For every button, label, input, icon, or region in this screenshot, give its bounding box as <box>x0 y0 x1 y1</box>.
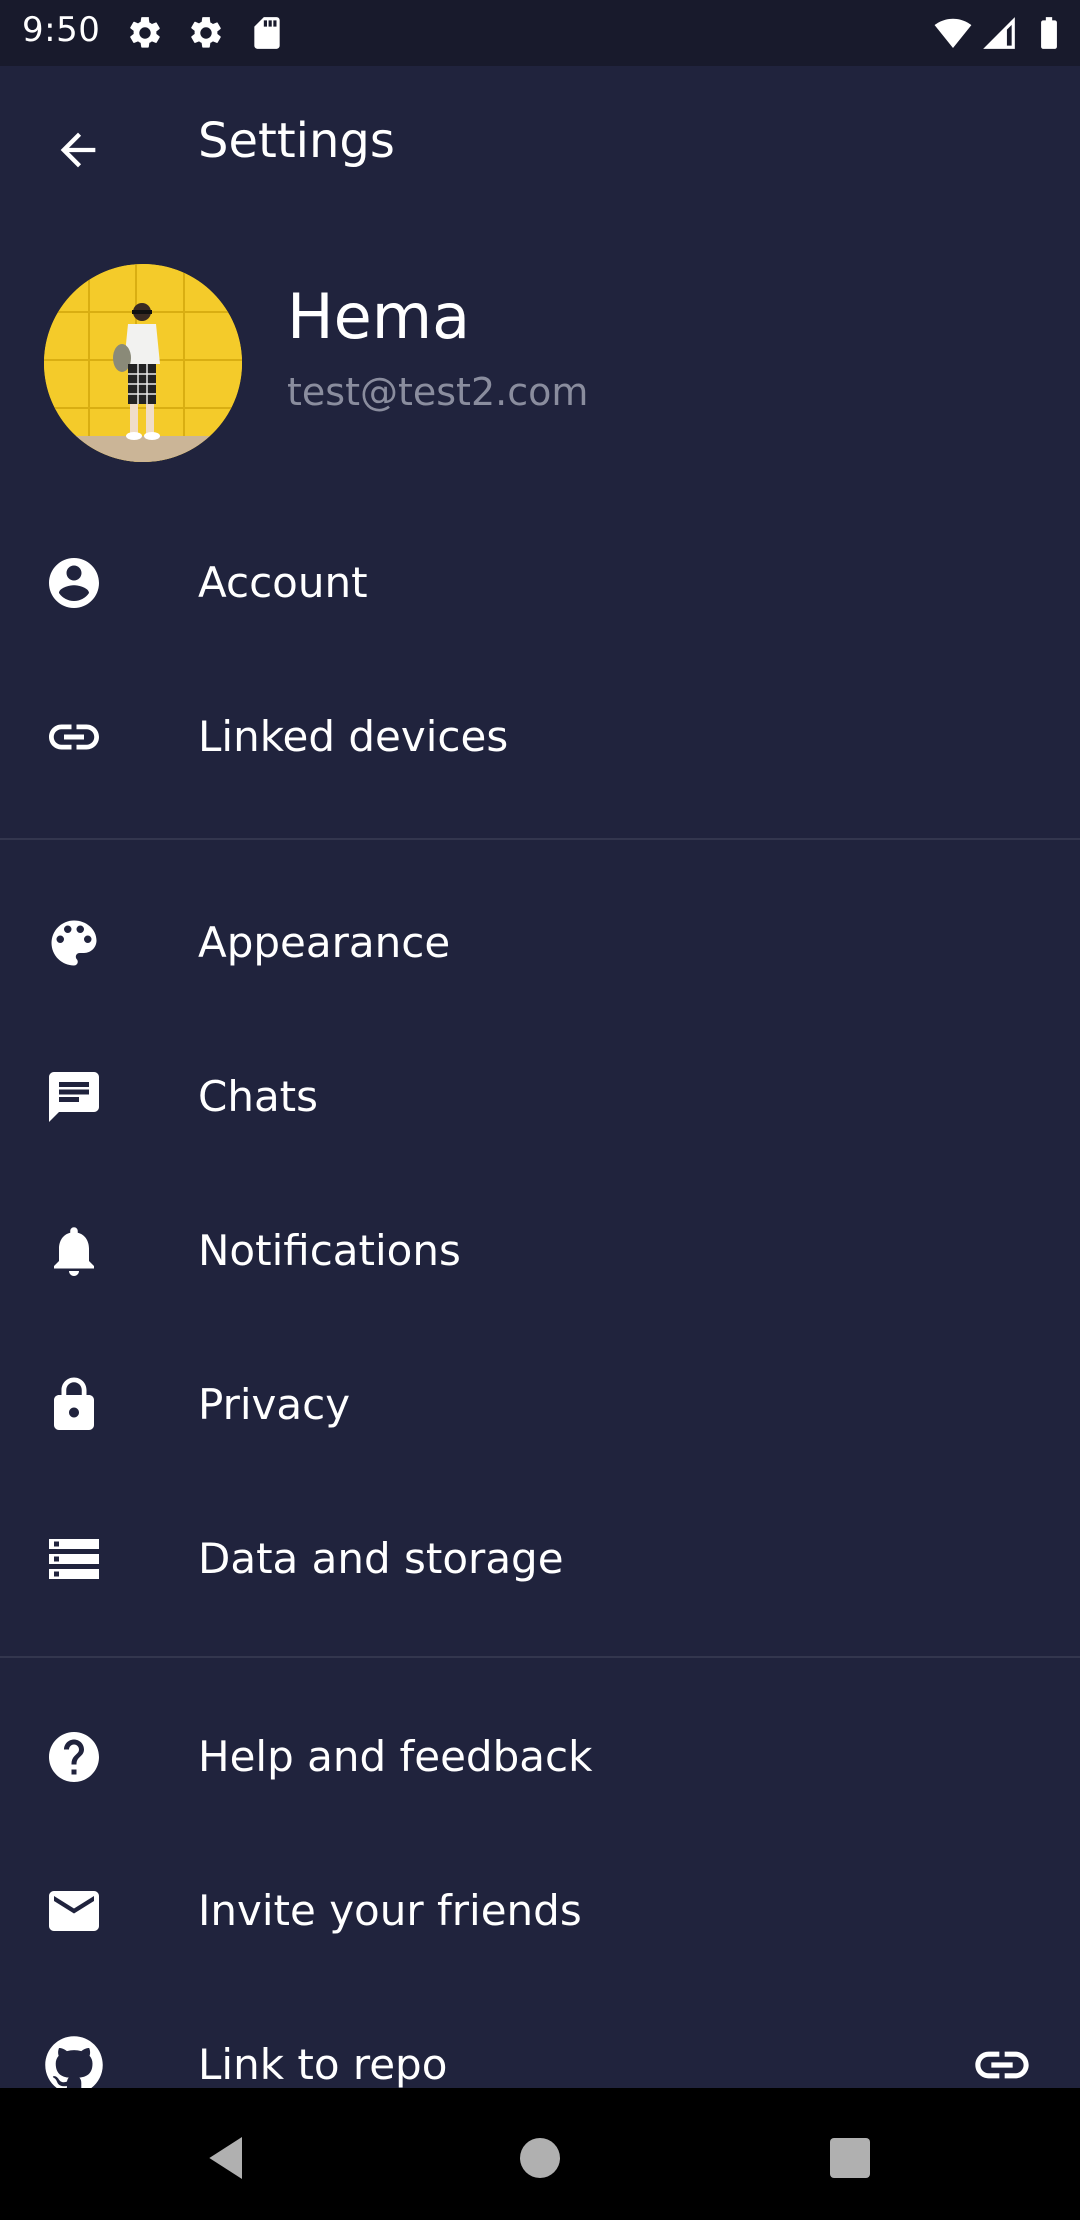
status-time: 9:50 <box>22 10 101 50</box>
link-icon <box>44 707 104 767</box>
gear-icon <box>130 17 160 48</box>
bell-icon <box>44 1221 104 1281</box>
avatar-image <box>44 264 242 462</box>
menu-item-notifications[interactable]: Notifications <box>0 1174 1080 1328</box>
menu-item-privacy[interactable]: Privacy <box>0 1328 1080 1482</box>
storage-icon <box>44 1529 104 1589</box>
account-circle-icon <box>44 553 104 613</box>
triangle-back-icon <box>209 2137 242 2179</box>
battery-icon <box>1041 17 1057 49</box>
profile-name: Hema <box>287 280 471 353</box>
app-bar: Settings <box>0 66 1080 222</box>
link-icon <box>970 2033 1034 2088</box>
system-nav-bar <box>0 2088 1080 2220</box>
help-icon <box>44 1727 104 1787</box>
wifi-icon <box>934 18 972 49</box>
nav-back-button[interactable] <box>188 2118 268 2198</box>
menu-label: Help and feedback <box>198 1732 593 1781</box>
menu-label: Appearance <box>198 918 451 967</box>
menu-label: Privacy <box>198 1380 351 1429</box>
signal-icon <box>983 17 1015 49</box>
avatar[interactable] <box>44 264 242 462</box>
gear-icon <box>191 17 221 48</box>
lock-icon <box>44 1375 104 1435</box>
palette-icon <box>44 913 104 973</box>
square-recents-icon <box>830 2138 870 2178</box>
profile-header[interactable]: Hema test@test2.com <box>0 222 1080 498</box>
section-divider <box>0 838 1080 840</box>
mail-icon <box>44 1881 104 1941</box>
profile-email: test@test2.com <box>287 370 589 414</box>
section-divider <box>0 1656 1080 1658</box>
github-icon <box>44 2035 104 2088</box>
nav-home-button[interactable] <box>500 2118 580 2198</box>
menu-label: Link to repo <box>198 2040 448 2088</box>
menu-item-chats[interactable]: Chats <box>0 1020 1080 1174</box>
menu-item-link-to-repo[interactable]: Link to repo <box>0 1988 1080 2088</box>
page-title: Settings <box>198 113 395 169</box>
back-button[interactable] <box>38 110 118 190</box>
status-bar: 9:50 <box>0 0 1080 66</box>
menu-label: Notifications <box>198 1226 461 1275</box>
arrow-back-icon <box>60 132 96 168</box>
menu-label: Account <box>198 558 368 607</box>
menu-item-help-and-feedback[interactable]: Help and feedback <box>0 1680 1080 1834</box>
sd-card-icon <box>254 17 280 49</box>
menu-label: Chats <box>198 1072 319 1121</box>
menu-label: Data and storage <box>198 1534 564 1583</box>
nav-recents-button[interactable] <box>810 2118 890 2198</box>
menu-item-linked-devices[interactable]: Linked devices <box>0 660 1080 814</box>
menu-item-invite-friends[interactable]: Invite your friends <box>0 1834 1080 1988</box>
chat-icon <box>44 1067 104 1127</box>
menu-label: Invite your friends <box>198 1886 582 1935</box>
circle-home-icon <box>520 2138 560 2178</box>
menu-item-account[interactable]: Account <box>0 506 1080 660</box>
menu-item-data-and-storage[interactable]: Data and storage <box>0 1482 1080 1636</box>
menu-item-appearance[interactable]: Appearance <box>0 866 1080 1020</box>
menu-label: Linked devices <box>198 712 509 761</box>
